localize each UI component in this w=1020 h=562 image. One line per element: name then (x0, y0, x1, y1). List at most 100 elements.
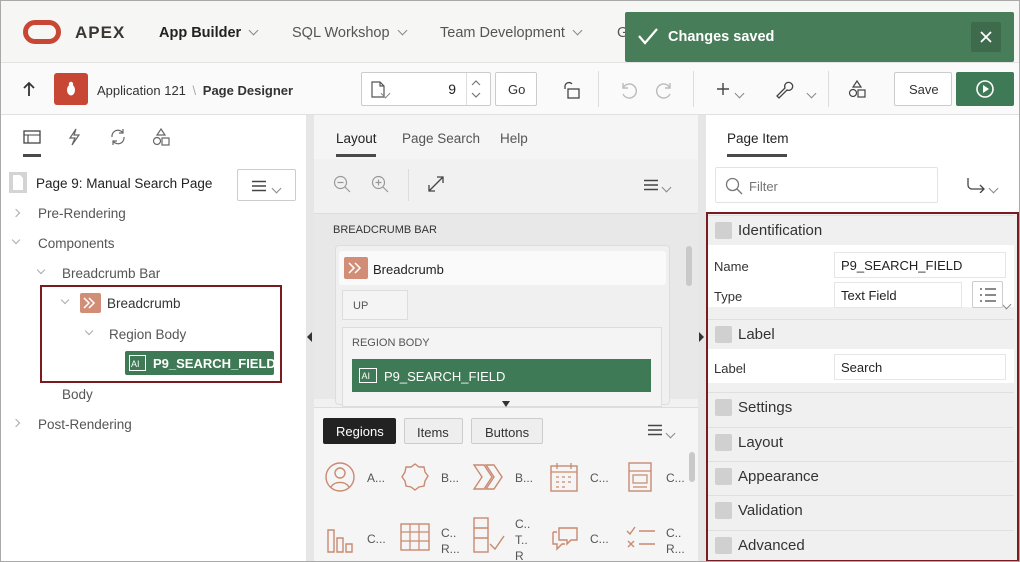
gallery-item-label: C... (666, 471, 685, 485)
collapse-icon[interactable] (36, 265, 46, 275)
zoom-in-icon[interactable] (371, 175, 389, 193)
breadcrumb-app-link[interactable]: Application 121 (97, 83, 186, 98)
run-button[interactable] (956, 72, 1014, 106)
processing-icon[interactable] (109, 128, 127, 146)
classic-report-icon[interactable] (399, 522, 431, 552)
breadcrumb-current: Page Designer (202, 83, 294, 98)
canvas-region-body[interactable]: REGION BODY AI P9_SEARCH_FIELD (342, 327, 662, 407)
close-icon (980, 31, 992, 43)
shared-components-icon[interactable] (847, 79, 867, 99)
tab-underline (727, 154, 787, 157)
canvas-breadcrumb-bar: BREADCRUMB BAR (333, 224, 437, 236)
canvas-up-position[interactable]: UP (342, 290, 408, 320)
badge-region-icon[interactable] (399, 461, 431, 493)
hamburger-icon[interactable] (647, 424, 663, 436)
divider (598, 71, 599, 107)
canvas-item-selected[interactable]: AI P9_SEARCH_FIELD (352, 359, 651, 392)
page-selector[interactable] (361, 72, 491, 106)
gallery-tab-buttons[interactable]: Buttons (471, 418, 543, 444)
rendering-tab-icon[interactable] (23, 129, 41, 145)
tree-breadcrumb-bar[interactable]: Breadcrumb Bar (62, 266, 160, 281)
chevron-down-icon[interactable] (806, 88, 817, 99)
chevron-down-icon[interactable] (988, 183, 999, 194)
expand-icon[interactable] (428, 176, 444, 192)
expand-icon[interactable] (11, 208, 21, 218)
oracle-logo-icon[interactable] (23, 20, 61, 44)
gallery-tab-regions[interactable]: Regions (323, 418, 396, 444)
chevron-down-icon[interactable] (661, 182, 672, 193)
canvas-breadcrumb-header[interactable]: Breadcrumb (339, 251, 666, 285)
expand-icon[interactable] (11, 418, 21, 428)
toast-close-button[interactable] (971, 22, 1001, 52)
chevron-down-icon (248, 25, 259, 36)
page-title[interactable]: Page 9: Manual Search Page (36, 176, 212, 191)
gallery-item-label: A... (367, 471, 386, 485)
collapse-left-icon (307, 332, 312, 342)
redo-icon[interactable] (655, 80, 675, 100)
tab-page-item[interactable]: Page Item (727, 131, 789, 146)
chart-region-icon[interactable] (324, 522, 356, 554)
shared-components-icon[interactable] (152, 128, 170, 146)
left-splitter[interactable] (306, 115, 314, 561)
avatar-region-icon[interactable] (324, 461, 356, 493)
chevron-down-icon[interactable] (734, 88, 745, 99)
dynamic-actions-icon[interactable] (67, 128, 81, 146)
chevron-down-icon[interactable] (665, 428, 676, 439)
divider (693, 71, 694, 107)
column-toggle-report-icon[interactable] (472, 516, 506, 554)
divider (828, 71, 829, 107)
zoom-out-icon[interactable] (333, 175, 351, 193)
nav-sql-workshop[interactable]: SQL Workshop (292, 25, 407, 41)
wrench-icon[interactable] (774, 79, 794, 99)
goto-group-icon[interactable] (966, 177, 986, 193)
filter-field[interactable] (715, 167, 938, 203)
gallery-item-label: B... (441, 471, 460, 485)
app-icon[interactable] (54, 73, 88, 105)
arrow-up-icon[interactable] (22, 81, 36, 97)
plus-icon[interactable] (716, 82, 730, 96)
canvas-breadcrumb-label: Breadcrumb (373, 262, 444, 277)
breadcrumb-separator: \ (192, 83, 197, 98)
divider (466, 73, 467, 105)
card-region-icon[interactable] (627, 461, 653, 493)
tab-layout[interactable]: Layout (336, 131, 377, 146)
breadcrumb-region-icon[interactable] (472, 463, 506, 491)
tab-underline (336, 154, 376, 157)
gallery-item-label: C... (367, 532, 386, 546)
page-number-input[interactable] (406, 79, 456, 99)
nav-app-builder[interactable]: App Builder (159, 25, 259, 41)
tree-components[interactable]: Components (38, 236, 115, 251)
content-row-icon[interactable] (625, 524, 657, 550)
comments-region-icon[interactable] (549, 522, 581, 552)
filter-input[interactable] (749, 176, 929, 196)
tree-body[interactable]: Body (62, 387, 93, 402)
save-button[interactable]: Save (894, 72, 952, 106)
gallery-item-label: C... (590, 471, 609, 485)
chevron-down-icon (397, 25, 407, 36)
tree-post-rendering[interactable]: Post-Rendering (38, 417, 132, 432)
calendar-region-icon[interactable] (549, 461, 579, 493)
nav-team-development[interactable]: Team Development (440, 25, 583, 41)
layout-panel: Layout Page Search Help BREADCRUMB BAR B… (314, 115, 698, 562)
canvas-scrollbar[interactable] (686, 246, 692, 286)
page-designer-toolbar: Application 121 \ Page Designer Go Save (1, 63, 1019, 115)
tab-page-search[interactable]: Page Search (402, 131, 480, 146)
hamburger-icon (252, 180, 266, 192)
undo-icon[interactable] (618, 80, 638, 100)
right-splitter[interactable] (698, 115, 706, 561)
gallery-tab-items[interactable]: Items (404, 418, 463, 444)
gallery-item-label: C.. T.. R (515, 517, 531, 562)
go-button[interactable]: Go (495, 72, 537, 106)
tree-menu-button[interactable] (237, 169, 296, 201)
tab-help[interactable]: Help (500, 131, 528, 146)
gallery-item-label: C.. R... (441, 526, 460, 556)
collapse-icon[interactable] (11, 235, 21, 245)
lock-icon[interactable] (562, 80, 582, 100)
canvas-region: Breadcrumb UP REGION BODY AI P9_SEARCH_F… (335, 245, 670, 407)
callout-highlight (706, 212, 1019, 561)
gallery-scrollbar[interactable] (689, 452, 695, 482)
stepper-icon[interactable] (471, 77, 481, 101)
rendering-tree-panel: Page 9: Manual Search Page Pre-Rendering… (1, 115, 306, 561)
hamburger-icon[interactable] (643, 179, 659, 191)
tree-pre-rendering[interactable]: Pre-Rendering (38, 206, 126, 221)
